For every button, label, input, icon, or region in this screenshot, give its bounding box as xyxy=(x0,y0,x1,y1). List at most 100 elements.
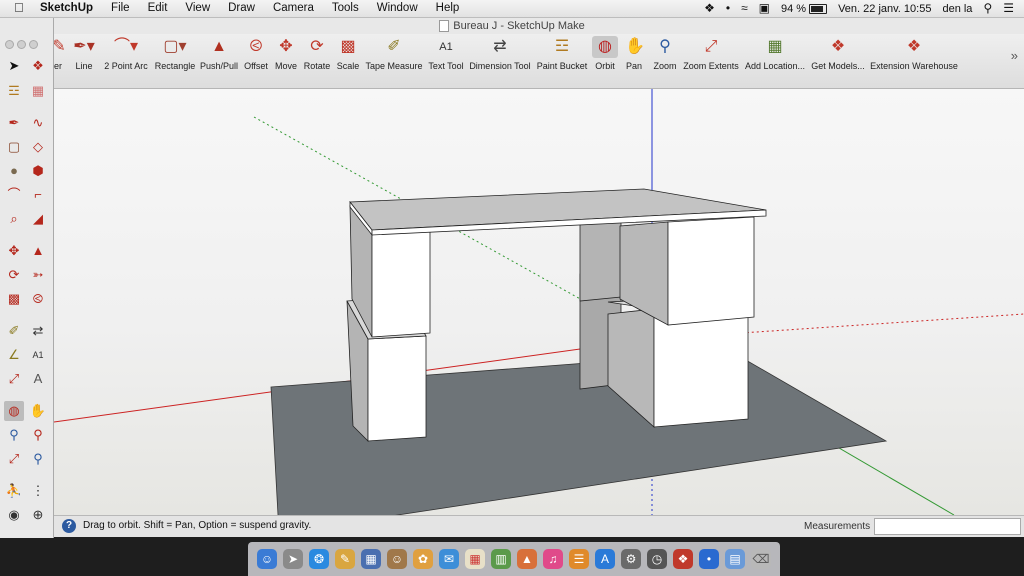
trash-icon[interactable]: ⌫ xyxy=(751,549,771,569)
palette-rotate-icon[interactable]: ⟳ xyxy=(4,265,24,285)
tool-orbit[interactable]: ◍ Orbit xyxy=(592,36,618,86)
palette-push-pull-icon[interactable]: ▲ xyxy=(28,241,48,261)
tool-zoom[interactable]: ⚲ Zoom xyxy=(650,36,680,86)
tool-offset[interactable]: ⧀ Offset xyxy=(242,36,270,86)
tool-rectangle[interactable]: ▢▾ Rectangle xyxy=(154,36,196,86)
tool-line[interactable]: ✒▾ Line xyxy=(71,36,97,86)
palette-3d-text-icon[interactable]: A xyxy=(28,369,48,389)
palette-walk-icon[interactable]: ⋮ xyxy=(28,481,48,501)
tool-get-models[interactable]: ❖ Get Models... xyxy=(810,36,866,86)
itunes-icon[interactable]: ♫ xyxy=(543,549,563,569)
menu-camera[interactable]: Camera xyxy=(264,0,323,17)
finder-icon[interactable]: ☺ xyxy=(257,549,277,569)
menu-app-name[interactable]: SketchUp xyxy=(40,0,102,17)
time-machine-icon[interactable]: ◷ xyxy=(647,549,667,569)
palette-close-button[interactable] xyxy=(5,40,14,49)
tool-push-pull[interactable]: ▲ Push/Pull xyxy=(199,36,239,86)
palette-circle-icon[interactable]: ● xyxy=(4,161,24,181)
user-name[interactable]: den la xyxy=(942,3,972,15)
tool-scale[interactable]: ▩ Scale xyxy=(335,36,361,86)
palette-zoom-button[interactable] xyxy=(29,40,38,49)
menu-help[interactable]: Help xyxy=(427,0,469,17)
photos-icon[interactable]: ✿ xyxy=(413,549,433,569)
menu-draw[interactable]: Draw xyxy=(219,0,264,17)
tool-move[interactable]: ✥ Move xyxy=(273,36,299,86)
palette-position-camera-icon[interactable]: ⛹ xyxy=(4,481,24,501)
clock[interactable]: Ven. 22 janv. 10:55 xyxy=(838,3,931,15)
menu-tools[interactable]: Tools xyxy=(323,0,368,17)
keynote-icon[interactable]: ▲ xyxy=(517,549,537,569)
palette-zoom-icon[interactable]: ⚲ xyxy=(4,425,24,445)
block-left-lower-front[interactable] xyxy=(367,335,427,442)
palette-polygon-icon[interactable]: ⬢ xyxy=(28,161,48,181)
pages-icon[interactable]: ✎ xyxy=(335,549,355,569)
palette-look-around-icon[interactable]: ◉ xyxy=(4,505,24,525)
palette-offset-icon[interactable]: ⧀ xyxy=(28,289,48,309)
palette-2-point-arc-icon[interactable]: ⌐ xyxy=(28,185,48,205)
palette-rectangle-icon[interactable]: ▢ xyxy=(4,137,24,157)
preview-icon[interactable]: ▦ xyxy=(361,549,381,569)
tool-tape-measure[interactable]: ✐ Tape Measure xyxy=(365,36,423,86)
contacts-icon[interactable]: ☺ xyxy=(387,549,407,569)
palette-eraser-icon[interactable]: ▦ xyxy=(28,81,48,101)
app-store-icon[interactable]: A xyxy=(595,549,615,569)
tool-dimension[interactable]: ⇄ Dimension Tool xyxy=(468,36,532,86)
measurements-input[interactable] xyxy=(874,518,1021,535)
block-front-right-upper-side[interactable] xyxy=(619,221,669,326)
tool-paint-bucket[interactable]: ☲ Paint Bucket xyxy=(535,36,589,86)
toolbar-overflow-button[interactable]: » xyxy=(1011,48,1018,63)
tool-text[interactable]: A1 Text Tool xyxy=(427,36,465,86)
help-icon[interactable]: ? xyxy=(62,519,76,533)
menu-edit[interactable]: Edit xyxy=(139,0,177,17)
palette-dimension-icon[interactable]: ⇄ xyxy=(28,321,48,341)
calendar-icon[interactable]: ▦ xyxy=(465,549,485,569)
palette-freehand-icon[interactable]: ∿ xyxy=(28,113,48,133)
palette-select-icon[interactable]: ➤ xyxy=(4,56,24,76)
palette-zoom-window-icon[interactable]: ⚲ xyxy=(28,425,48,445)
palette-paint-bucket-icon[interactable]: ☲ xyxy=(4,81,24,101)
palette-text-icon[interactable]: A1 xyxy=(28,345,48,365)
sketchup-icon[interactable]: ❖ xyxy=(673,549,693,569)
palette-section-plane-icon[interactable]: ⊕ xyxy=(28,505,48,525)
spotlight-search-icon[interactable]: ⚲ xyxy=(983,0,992,17)
palette-protractor-icon[interactable]: ∠ xyxy=(4,345,24,365)
apple-icon[interactable]:  xyxy=(14,1,26,15)
dropbox-icon[interactable]: ❖ xyxy=(704,0,715,17)
palette-make-component-icon[interactable]: ❖ xyxy=(28,56,48,76)
downloads-folder-icon[interactable]: ▤ xyxy=(725,549,745,569)
menu-file[interactable]: File xyxy=(102,0,139,17)
menu-view[interactable]: View xyxy=(176,0,219,17)
palette-previous-view-icon[interactable]: ⚲ xyxy=(28,449,48,469)
safari-icon[interactable]: ❂ xyxy=(309,549,329,569)
keyboard-icon[interactable]: ▣ xyxy=(759,0,770,17)
block-left-upper-front[interactable] xyxy=(371,223,431,338)
block-back-right-upper-side[interactable] xyxy=(579,218,622,302)
tool-pan[interactable]: ✋ Pan xyxy=(622,36,646,86)
palette-line-icon[interactable]: ✒ xyxy=(4,113,24,133)
bluetooth-file-exchange-icon[interactable]: • xyxy=(699,549,719,569)
block-front-right-upper-front[interactable] xyxy=(667,216,755,326)
numbers-icon[interactable]: ▥ xyxy=(491,549,511,569)
block-front-right-lower-front[interactable] xyxy=(653,308,749,428)
palette-tape-measure-icon[interactable]: ✐ xyxy=(4,321,24,341)
tool-zoom-extents[interactable]: ⤢ Zoom Extents xyxy=(682,36,740,86)
palette-rotated-rectangle-icon[interactable]: ◇ xyxy=(28,137,48,157)
palette-minimize-button[interactable] xyxy=(17,40,26,49)
window-titlebar[interactable]: Bureau J - SketchUp Make xyxy=(0,18,1024,34)
wifi-icon[interactable]: ≈ xyxy=(741,0,748,17)
palette-scale-icon[interactable]: ▩ xyxy=(4,289,24,309)
palette-follow-me-icon[interactable]: ➳ xyxy=(28,265,48,285)
palette-pie-icon[interactable]: ◢ xyxy=(28,209,48,229)
palette-arc-icon[interactable]: ⌒ xyxy=(4,185,24,205)
bluetooth-icon[interactable]: • xyxy=(726,0,730,17)
tool-extension-warehouse[interactable]: ❖ Extension Warehouse xyxy=(869,36,959,86)
palette-pan-icon[interactable]: ✋ xyxy=(28,401,48,421)
tool-2-point-arc[interactable]: ⌒▾ 2 Point Arc xyxy=(102,36,150,86)
ibooks-icon[interactable]: ☰ xyxy=(569,549,589,569)
battery-status[interactable]: 94 % xyxy=(781,3,828,15)
messages-icon[interactable]: ✉ xyxy=(439,549,459,569)
palette-orbit-icon[interactable]: ◍ xyxy=(4,401,24,421)
tool-rotate[interactable]: ⟳ Rotate xyxy=(302,36,332,86)
palette-axes-icon[interactable]: ⤢ xyxy=(4,369,24,389)
palette-zoom-extents-icon[interactable]: ⤢ xyxy=(4,449,24,469)
